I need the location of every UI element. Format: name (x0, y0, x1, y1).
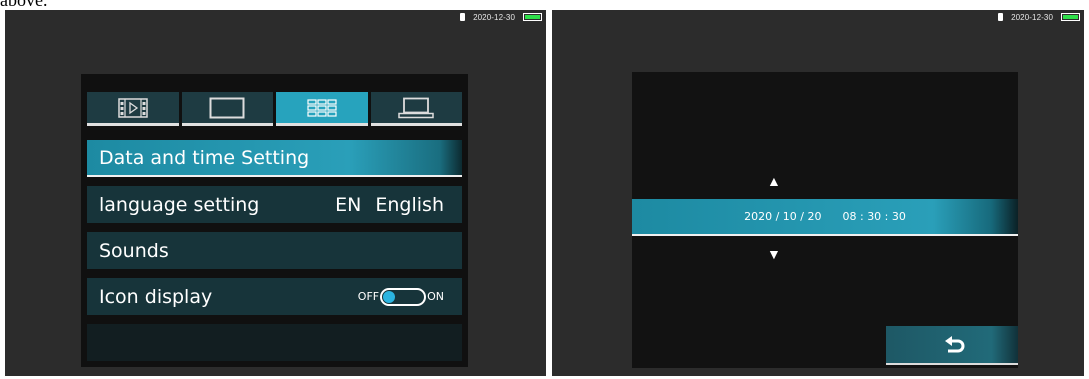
status-bar: 2020-12-30 (460, 10, 542, 24)
month-value[interactable]: 10 (783, 210, 797, 223)
date-time-screen: 2020-12-30 ▲ 2020 / 10 / 20 08 : 30 : 30… (552, 10, 1084, 376)
caption-text: above. (0, 0, 48, 10)
date-time-field[interactable]: 2020 / 10 / 20 08 : 30 : 30 (632, 199, 1018, 236)
second-value[interactable]: 30 (892, 210, 906, 223)
tab-laptop[interactable] (370, 92, 462, 126)
tab-video[interactable] (87, 92, 179, 126)
return-arrow-icon (945, 335, 965, 352)
sd-card-icon (460, 13, 466, 21)
year-value[interactable]: 2020 (744, 210, 772, 223)
settings-screen: 2020-12-30 Data and time Setting languag… (5, 10, 546, 376)
menu-item-date-time[interactable]: Data and time Setting (87, 140, 462, 177)
video-playback-icon (118, 97, 148, 118)
icon-display-toggle[interactable]: OFF ON (357, 287, 444, 306)
status-bar: 2020-12-30 (998, 10, 1080, 24)
hour-value[interactable]: 08 (842, 210, 856, 223)
display-screen-icon (209, 97, 245, 118)
toggle-knob (383, 290, 396, 303)
language-label: language setting (99, 193, 260, 216)
back-button[interactable] (886, 326, 1018, 365)
increment-arrow[interactable]: ▲ (767, 174, 781, 188)
battery-icon (523, 13, 542, 21)
date-time-label: Data and time Setting (99, 146, 310, 169)
battery-icon (1061, 13, 1080, 21)
menu-item-empty (87, 324, 462, 361)
date-time-panel: ▲ 2020 / 10 / 20 08 : 30 : 30 ▼ (632, 72, 1018, 368)
tab-system-settings[interactable] (276, 92, 368, 126)
sd-card-icon (998, 13, 1004, 21)
menu-item-sounds[interactable]: Sounds (87, 232, 462, 269)
menu-item-language[interactable]: language setting EN English (87, 186, 462, 223)
icon-display-label: Icon display (99, 285, 213, 308)
tab-display[interactable] (181, 92, 273, 126)
sounds-label: Sounds (99, 239, 169, 262)
laptop-icon (398, 97, 434, 118)
grid-settings-icon (307, 98, 337, 117)
day-value[interactable]: 20 (808, 210, 822, 223)
toggle-track[interactable] (380, 287, 427, 306)
language-value: EN English (335, 193, 444, 216)
status-date: 2020-12-30 (1011, 12, 1053, 22)
tab-bar (87, 92, 462, 126)
status-date: 2020-12-30 (473, 12, 515, 22)
toggle-on-label: ON (427, 290, 444, 303)
settings-panel: Data and time Setting language setting E… (81, 74, 468, 367)
decrement-arrow[interactable]: ▼ (767, 247, 781, 261)
minute-value[interactable]: 30 (867, 210, 881, 223)
toggle-off-label: OFF (357, 290, 380, 303)
menu-item-icon-display[interactable]: Icon display OFF ON (87, 278, 462, 315)
